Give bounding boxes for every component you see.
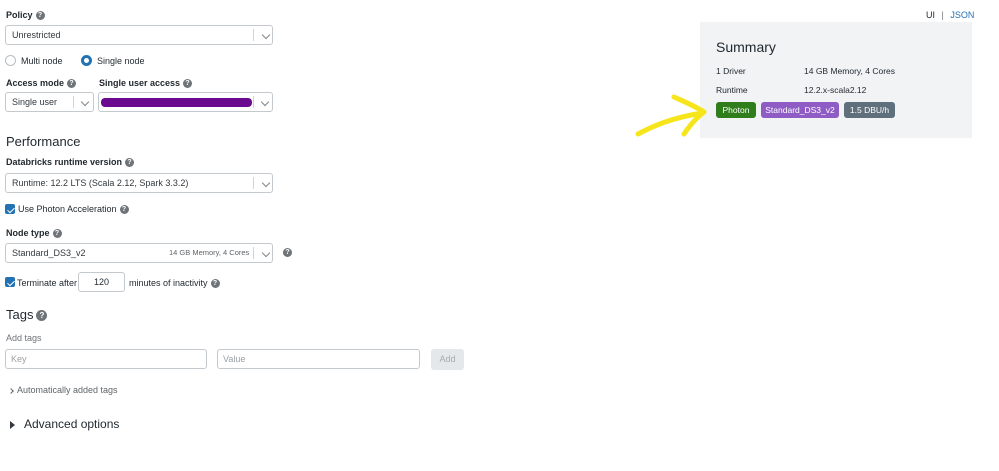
link-separator: | xyxy=(941,10,944,20)
summary-driver-label: 1 Driver xyxy=(716,66,746,76)
terminate-minutes-input[interactable]: 120 xyxy=(78,272,125,292)
select-separator xyxy=(253,29,254,41)
multi-node-radio[interactable] xyxy=(5,55,16,66)
photon-checkbox[interactable] xyxy=(5,204,15,214)
tag-key-input[interactable]: Key xyxy=(5,349,207,369)
runtime-label: Databricks runtime version? xyxy=(6,157,135,168)
add-tags-label: Add tags xyxy=(6,333,42,343)
chevron-down-icon xyxy=(261,30,271,40)
summary-title: Summary xyxy=(716,39,776,55)
single-user-access-select[interactable] xyxy=(98,92,273,112)
help-icon[interactable]: ? xyxy=(183,79,193,89)
select-separator xyxy=(253,247,254,259)
terminate-checkbox[interactable] xyxy=(5,277,15,287)
node-type-label: Node type? xyxy=(6,228,62,239)
policy-label: Policy? xyxy=(6,10,45,21)
terminate-suffix: minutes of inactivity? xyxy=(129,278,220,289)
chevron-down-icon xyxy=(261,178,271,188)
caret-right-icon xyxy=(10,420,15,429)
single-node-label: Single node xyxy=(97,56,145,66)
terminate-suffix-text: minutes of inactivity xyxy=(129,278,208,288)
terminate-label: Terminate after xyxy=(17,278,78,288)
single-user-access-label: Single user access? xyxy=(99,78,193,89)
auto-tags-toggle[interactable]: Automatically added tags xyxy=(8,385,118,395)
help-icon[interactable]: ? xyxy=(67,79,77,89)
select-separator xyxy=(253,96,254,108)
single-user-access-label-text: Single user access xyxy=(99,78,181,88)
help-icon[interactable]: ? xyxy=(125,158,135,168)
access-mode-label-text: Access mode xyxy=(6,78,65,88)
add-tag-button[interactable]: Add xyxy=(431,349,464,370)
chevron-right-icon xyxy=(8,387,14,394)
photon-badge: Photon xyxy=(716,102,756,118)
policy-select-value: Unrestricted xyxy=(12,30,61,40)
tags-heading: Tags? xyxy=(6,307,48,322)
advanced-options-toggle[interactable]: Advanced options xyxy=(10,417,119,431)
multi-node-label: Multi node xyxy=(21,56,63,66)
access-mode-select-value: Single user xyxy=(12,97,58,107)
tags-heading-text: Tags xyxy=(6,307,34,322)
redaction-mark xyxy=(101,98,252,107)
help-icon[interactable]: ? xyxy=(35,11,45,21)
summary-runtime-label: Runtime xyxy=(716,85,748,95)
advanced-options-label: Advanced options xyxy=(24,417,120,431)
policy-label-text: Policy xyxy=(6,10,33,20)
help-icon[interactable]: ? xyxy=(210,279,220,289)
runtime-label-text: Databricks runtime version xyxy=(6,157,123,167)
help-icon[interactable]: ? xyxy=(119,205,129,215)
tag-value-input[interactable]: Value xyxy=(217,349,420,369)
view-toggle: UI | JSON xyxy=(926,10,974,20)
photon-label-text: Use Photon Acceleration xyxy=(18,204,117,214)
performance-heading: Performance xyxy=(6,134,81,149)
policy-select[interactable]: Unrestricted xyxy=(5,25,273,45)
access-mode-select[interactable]: Single user xyxy=(5,92,94,112)
json-link[interactable]: JSON xyxy=(950,10,974,20)
select-separator xyxy=(73,96,74,108)
select-separator xyxy=(253,177,254,189)
help-icon[interactable]: ? xyxy=(36,310,48,322)
runtime-select[interactable]: Runtime: 12.2 LTS (Scala 2.12, Spark 3.3… xyxy=(5,173,273,193)
summary-driver-value: 14 GB Memory, 4 Cores xyxy=(804,66,896,76)
summary-runtime-value: 12.2.x-scala2.12 xyxy=(804,85,867,95)
dbu-badge: 1.5 DBU/h xyxy=(844,102,895,118)
chevron-down-icon xyxy=(80,97,90,107)
single-node-radio[interactable] xyxy=(81,55,92,66)
help-icon[interactable]: ? xyxy=(52,229,62,239)
annotation-arrow xyxy=(635,94,707,137)
summary-panel: Summary 1 Driver 14 GB Memory, 4 Cores R… xyxy=(700,22,972,138)
help-icon[interactable]: ? xyxy=(283,248,292,257)
chevron-down-icon xyxy=(260,97,270,107)
ui-link[interactable]: UI xyxy=(926,10,935,20)
chevron-down-icon xyxy=(261,248,271,258)
node-type-detail: 14 GB Memory, 4 Cores xyxy=(169,248,250,257)
runtime-select-value: Runtime: 12.2 LTS (Scala 2.12, Spark 3.3… xyxy=(12,178,189,188)
node-type-badge: Standard_DS3_v2 xyxy=(761,102,839,118)
photon-label: Use Photon Acceleration? xyxy=(18,204,129,215)
access-mode-label: Access mode? xyxy=(6,78,77,89)
node-type-select[interactable]: Standard_DS3_v2 14 GB Memory, 4 Cores xyxy=(5,243,273,263)
node-type-select-value: Standard_DS3_v2 xyxy=(12,248,86,258)
auto-tags-label: Automatically added tags xyxy=(17,385,118,395)
node-type-label-text: Node type xyxy=(6,228,50,238)
